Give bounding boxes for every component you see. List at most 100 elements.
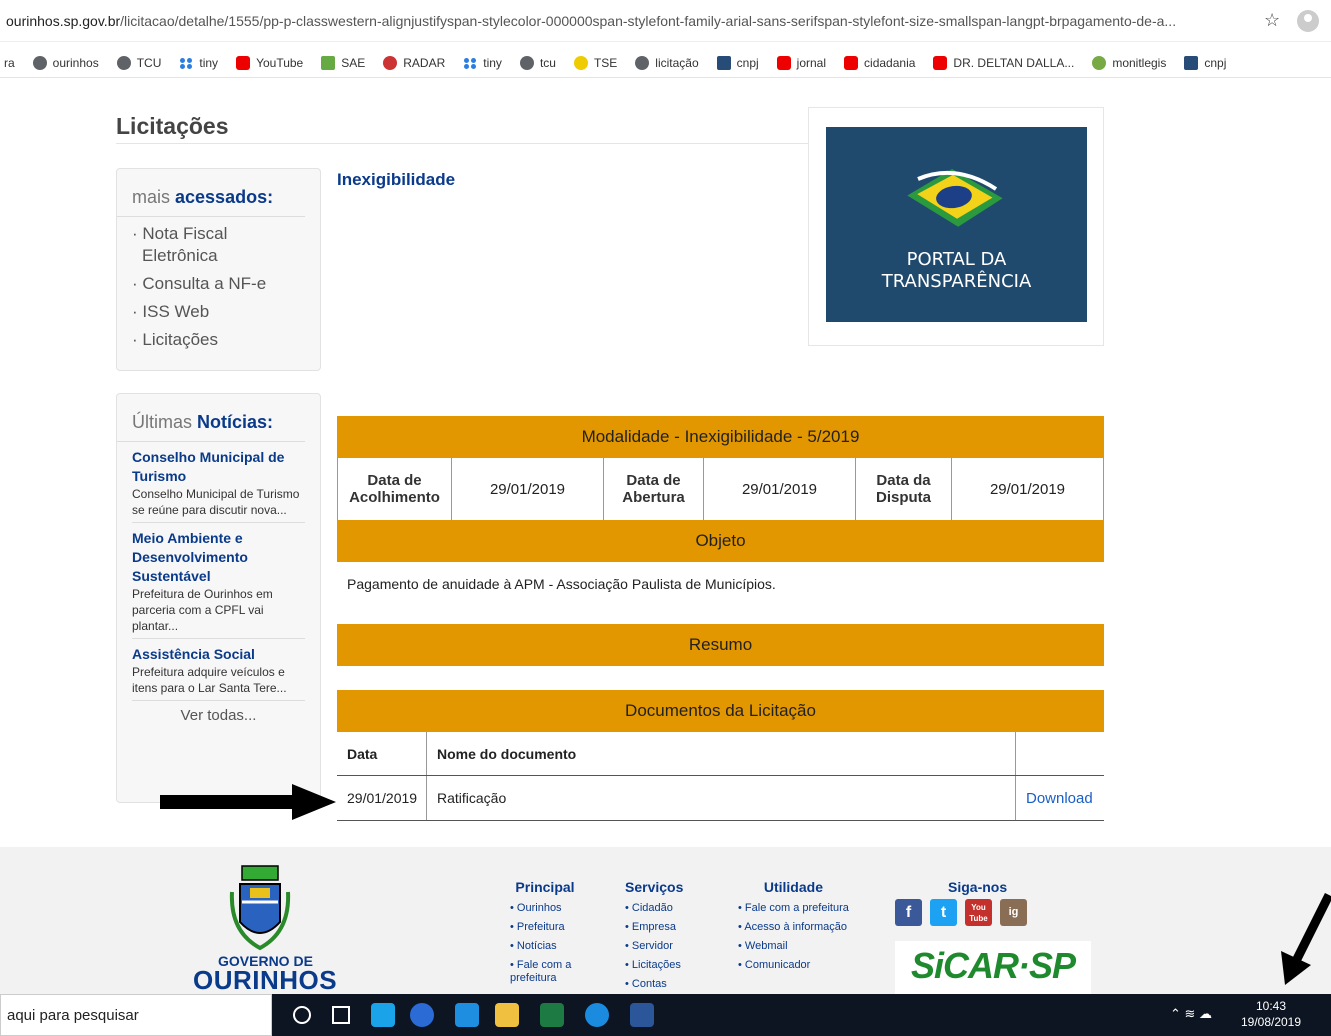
footer-link[interactable]: Empresa xyxy=(625,918,683,937)
bookmark-item[interactable]: TCU xyxy=(116,55,161,70)
chrome-icon[interactable] xyxy=(455,1003,479,1027)
bookmark-item[interactable]: tcu xyxy=(519,55,556,70)
bookmark-item[interactable]: RADAR xyxy=(383,55,445,70)
windows-taskbar: aqui para pesquisar ⌃ ≋ ☁ 10:43 19/08/20… xyxy=(0,994,1331,1036)
bookmark-label: licitação xyxy=(655,55,699,70)
footer-link[interactable]: Contas xyxy=(625,975,683,994)
social-links: f t You Tube ig xyxy=(895,899,1027,926)
acolhimento-label: Data de Acolhimento xyxy=(338,458,452,520)
skype-icon[interactable] xyxy=(371,1003,395,1027)
bookmark-item[interactable]: cidadania xyxy=(844,55,915,70)
footer-link[interactable]: Comunicador xyxy=(738,956,849,975)
bookmark-item[interactable]: tiny xyxy=(463,56,502,70)
see-all-news-link[interactable]: Ver todas... xyxy=(132,701,305,724)
bookmark-item[interactable]: cnpj xyxy=(716,55,759,70)
news-description: Prefeitura adquire veículos e itens para… xyxy=(132,665,287,695)
url-text[interactable]: ourinhos.sp.gov.br/licitacao/detalhe/155… xyxy=(6,13,1256,29)
most-accessed-item[interactable]: · Nota Fiscal Eletrônica xyxy=(132,223,305,267)
portal-line-2: TRANSPARÊNCIA xyxy=(881,271,1032,292)
news-item[interactable]: Conselho Municipal de Turismo Conselho M… xyxy=(132,442,305,523)
dates-row: Data de Acolhimento 29/01/2019 Data de A… xyxy=(337,458,1104,520)
task-view-icon[interactable] xyxy=(332,1006,350,1024)
taskbar-clock[interactable]: 10:43 19/08/2019 xyxy=(1236,998,1306,1030)
taskbar-search-input[interactable]: aqui para pesquisar xyxy=(0,994,272,1036)
system-tray-icons[interactable]: ⌃ ≋ ☁ xyxy=(1170,1006,1212,1022)
footer-link[interactable]: Servidor xyxy=(625,937,683,956)
footer-link[interactable]: Licitações xyxy=(625,956,683,975)
bookmark-item[interactable]: SAE xyxy=(321,55,365,70)
youtube-icon[interactable]: You Tube xyxy=(965,899,992,926)
footer-link[interactable]: Prefeitura xyxy=(510,918,580,937)
browser-app-icon[interactable] xyxy=(410,1003,434,1027)
yt-icon xyxy=(776,55,791,70)
address-bar[interactable]: ourinhos.sp.gov.br/licitacao/detalhe/155… xyxy=(0,0,1331,42)
sicar-logo-text: SiCAR·SP xyxy=(911,945,1076,986)
most-accessed-item[interactable]: · Consulta a NF-e xyxy=(132,273,305,295)
bookmark-label: ourinhos xyxy=(52,55,99,70)
globe-icon xyxy=(519,55,534,70)
taskbar-search-placeholder: aqui para pesquisar xyxy=(7,1007,139,1024)
twitter-icon[interactable]: t xyxy=(930,899,957,926)
footer-link[interactable]: Fale com a prefeitura xyxy=(510,956,580,985)
news-item[interactable]: Meio Ambiente e Desenvolvimento Sustentá… xyxy=(132,523,305,639)
file-explorer-icon[interactable] xyxy=(495,1003,519,1027)
bookmark-item[interactable]: YouTube xyxy=(236,55,303,70)
footer-link[interactable]: Acesso à informação xyxy=(738,918,849,937)
resumo-header: Resumo xyxy=(337,624,1104,666)
globe-icon xyxy=(635,55,650,70)
word-icon[interactable] xyxy=(630,1003,654,1027)
bookmark-item[interactable]: licitação xyxy=(635,55,699,70)
objeto-header: Objeto xyxy=(337,520,1104,562)
bookmark-star-icon[interactable]: ☆ xyxy=(1264,10,1280,31)
doc-date: 29/01/2019 xyxy=(337,776,427,820)
footer-link[interactable]: Cidadão xyxy=(625,899,683,918)
bookmark-item[interactable]: jornal xyxy=(776,55,827,70)
transparency-portal-logo[interactable]: PORTAL DA TRANSPARÊNCIA xyxy=(826,127,1087,322)
tiny-icon xyxy=(179,56,193,70)
bookmark-label: DR. DELTAN DALLA... xyxy=(953,55,1075,70)
news-title[interactable]: Meio Ambiente e Desenvolvimento Sustentá… xyxy=(132,529,305,586)
disputa-label: Data da Disputa xyxy=(856,458,952,520)
excel-icon[interactable] xyxy=(540,1003,564,1027)
cortana-icon[interactable] xyxy=(293,1006,311,1024)
bookmark-item[interactable]: TSE xyxy=(573,55,618,70)
bookmark-item[interactable]: monitlegis xyxy=(1092,55,1167,70)
bookmark-label: ra xyxy=(4,55,15,70)
documents-header: Documentos da Licitação xyxy=(337,690,1104,732)
edge-icon[interactable] xyxy=(585,1003,609,1027)
most-accessed-item[interactable]: · Licitações xyxy=(132,329,305,351)
news-title[interactable]: Assistência Social xyxy=(132,645,305,664)
bookmark-label: TSE xyxy=(593,55,618,70)
download-link[interactable]: Download xyxy=(1016,776,1104,820)
title-divider xyxy=(116,143,808,144)
bookmark-item[interactable]: DR. DELTAN DALLA... xyxy=(933,55,1075,70)
most-accessed-list: · Nota Fiscal Eletrônica · Consulta a NF… xyxy=(117,217,320,363)
objeto-text: Pagamento de anuidade à APM - Associação… xyxy=(347,576,776,592)
profile-avatar-icon[interactable] xyxy=(1297,10,1319,32)
bookmark-item[interactable]: cnpj xyxy=(1184,55,1226,70)
bookmark-item[interactable]: ra xyxy=(4,56,15,70)
bookmark-label: jornal xyxy=(796,55,827,70)
footer-link[interactable]: Webmail xyxy=(738,937,849,956)
sicar-sp-banner[interactable]: SiCAR·SP xyxy=(895,941,1091,994)
licitacao-details: Modalidade - Inexigibilidade - 5/2019 Da… xyxy=(337,416,1104,666)
bookmark-item[interactable]: ourinhos xyxy=(32,55,99,70)
latest-news-heading: Últimas Notícias: xyxy=(117,394,305,442)
bookmark-label: monitlegis xyxy=(1112,55,1167,70)
footer-link[interactable]: Notícias xyxy=(510,937,580,956)
doc-col-action xyxy=(1016,732,1104,775)
instagram-icon[interactable]: ig xyxy=(1000,899,1027,926)
facebook-icon[interactable]: f xyxy=(895,899,922,926)
most-accessed-item[interactable]: · ISS Web xyxy=(132,301,305,323)
footer-link[interactable]: Ourinhos xyxy=(510,899,580,918)
bookmark-item[interactable]: tiny xyxy=(179,56,218,70)
news-item[interactable]: Assistência Social Prefeitura adquire ve… xyxy=(132,639,305,701)
bookmark-label: cnpj xyxy=(736,55,759,70)
news-title[interactable]: Conselho Municipal de Turismo xyxy=(132,448,305,486)
sae-icon xyxy=(321,55,336,70)
footer-link[interactable]: Fale com a prefeitura xyxy=(738,899,849,918)
arrow-annotation-icon xyxy=(160,784,336,820)
transparency-portal-banner[interactable]: PORTAL DA TRANSPARÊNCIA xyxy=(808,107,1104,346)
news-description: Conselho Municipal de Turismo se reúne p… xyxy=(132,487,300,517)
clock-time: 10:43 xyxy=(1255,999,1287,1013)
